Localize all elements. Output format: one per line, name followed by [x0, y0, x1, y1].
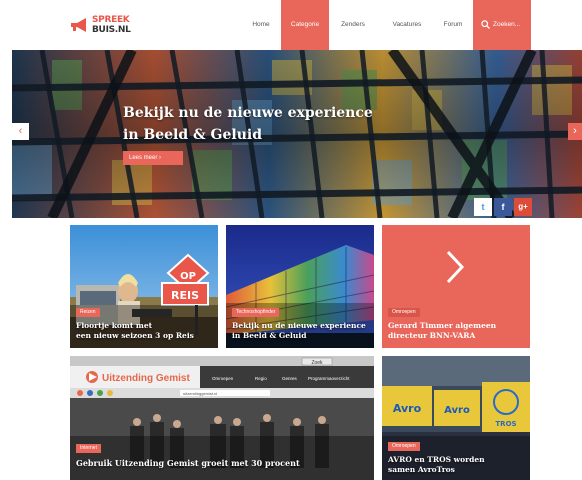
screen-menu-1: Omroepen: [212, 376, 234, 381]
article-title-line1: Bekijk nu de nieuwe experience: [232, 321, 366, 330]
article-title-line2: samen AvroTros: [388, 465, 455, 474]
article-title[interactable]: Gerard Timmer algemeen directeur BNN-VAR…: [388, 321, 526, 341]
article-tile-uitzending-gemist[interactable]: Zoek Uitzending Gemist Omroepen Regio Ge…: [70, 356, 374, 480]
article-title-line2: directeur BNN-VARA: [388, 331, 476, 340]
screen-menu-2: Regio: [255, 376, 267, 381]
article-title[interactable]: Gebruik Uitzending Gemist groeit met 30 …: [76, 458, 366, 468]
search-icon: [481, 20, 490, 29]
category-badge[interactable]: Omroepen: [388, 442, 420, 451]
nav-categorie[interactable]: Categorie: [281, 0, 329, 50]
hero-title[interactable]: Bekijk nu de nieuwe experience in Beeld …: [123, 102, 403, 146]
article-tile-gerard-timmer[interactable]: Omroepen Gerard Timmer algemeen directeu…: [382, 225, 530, 348]
chevron-left-icon[interactable]: ‹: [12, 123, 29, 140]
search-button[interactable]: Zoeken...: [473, 0, 531, 50]
screen-menu-4: Programmaoverzicht: [308, 376, 350, 381]
screen-button-text: Zoek: [311, 360, 323, 366]
article-title[interactable]: Bekijk nu de nieuwe experience in Beeld …: [232, 321, 370, 341]
chevron-right-icon[interactable]: ›: [568, 123, 582, 140]
article-title-line2: een nieuw seizoen 3 op Reis: [76, 331, 194, 340]
category-badge[interactable]: Internet: [76, 444, 101, 453]
nav-vacatures[interactable]: Vacatures: [381, 0, 433, 50]
article-title-line1: Floortje komt met: [76, 321, 153, 330]
search-label: Zoeken...: [493, 21, 521, 28]
nav-zenders[interactable]: Zenders: [329, 0, 377, 50]
article-title-line1: AVRO en TROS worden: [388, 455, 485, 464]
logo-text-bottom: BUIS.NL: [92, 25, 131, 35]
article-tile-beeld-geluid[interactable]: Technoshopfinder Bekijk nu de nieuwe exp…: [226, 225, 374, 348]
hero-title-line2: in Beeld & Geluid: [123, 127, 262, 143]
avro-logo-text-2: Avro: [444, 405, 470, 416]
article-title-line2: in Beeld & Geluid: [232, 331, 307, 340]
avro-logo-text: Avro: [393, 402, 422, 415]
megaphone-icon: [71, 18, 86, 32]
tros-logo-text: TROS: [495, 420, 516, 428]
read-more-button[interactable]: Lees meer ›: [123, 151, 183, 165]
article-tile-avrotros[interactable]: Avro Avro TROS Omroepen AVRO en TROS wor…: [382, 356, 530, 480]
facebook-icon[interactable]: f: [494, 198, 512, 216]
screen-title-text: Uitzending Gemist: [102, 373, 190, 384]
site-header: SPREEK BUIS.NL Home Categorie Zenders Va…: [0, 0, 582, 50]
nav-home[interactable]: Home: [241, 0, 281, 50]
logo-text-top: SPREEK: [92, 15, 130, 25]
article-title[interactable]: AVRO en TROS worden samen AvroTros: [388, 455, 526, 475]
category-badge[interactable]: Technoshopfinder: [232, 308, 280, 317]
twitter-icon[interactable]: t: [474, 198, 492, 216]
nav-forum[interactable]: Forum: [435, 0, 471, 50]
site-logo[interactable]: SPREEK BUIS.NL: [70, 14, 140, 36]
hero-title-line1: Bekijk nu de nieuwe experience: [123, 105, 373, 121]
hero-slider[interactable]: Bekijk nu de nieuwe experience in Beeld …: [12, 50, 582, 218]
screen-url-text: uitzendinggemist.nl: [183, 391, 217, 396]
article-title[interactable]: Floortje komt met een nieuw seizoen 3 op…: [76, 321, 214, 341]
sign-text-bottom: REIS: [171, 289, 199, 302]
category-badge[interactable]: Reizen: [76, 308, 100, 317]
article-tile-reizen[interactable]: OP REIS Reizen Floortje komt met een nie…: [70, 225, 218, 348]
screen-menu-3: Genres: [282, 376, 298, 381]
googleplus-icon[interactable]: g+: [514, 198, 532, 216]
chevron-right-icon[interactable]: [445, 249, 465, 285]
category-badge[interactable]: Omroepen: [388, 308, 420, 317]
sign-text-top: OP: [180, 271, 196, 282]
article-title-line1: Gerard Timmer algemeen: [388, 321, 497, 330]
